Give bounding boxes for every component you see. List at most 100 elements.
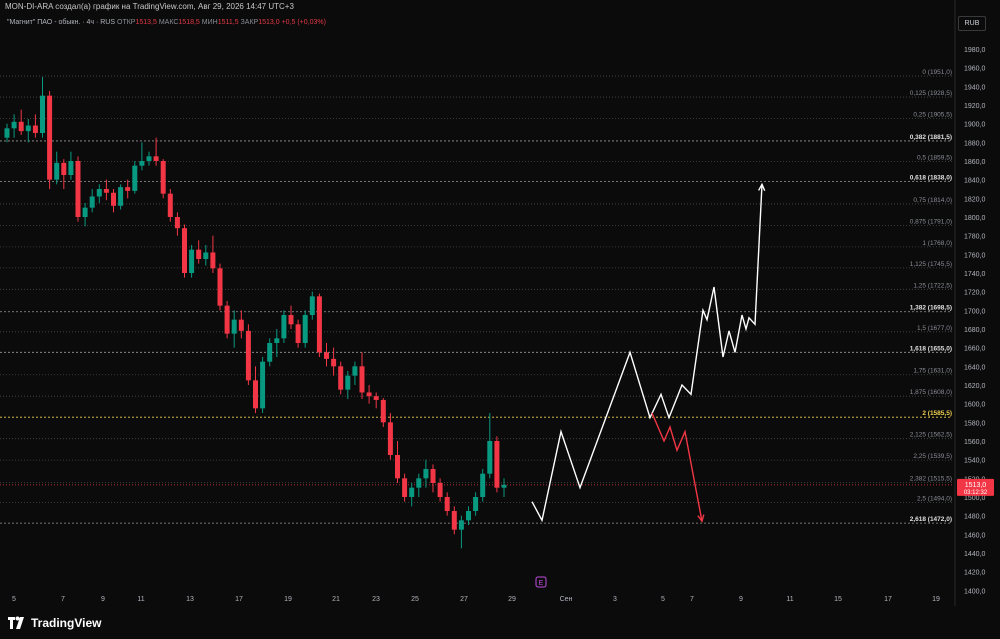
price-chart[interactable]: 1400,0 1420,0 1440,0 1460,0 1480,0 1500,0 1520… [0, 0, 1000, 639]
low-value: 1511,5 [217, 19, 239, 26]
candle-body [430, 469, 436, 483]
y-tick-label: 1660,0 [964, 346, 986, 353]
x-tick-label: 29 [508, 596, 516, 603]
chart-title: MON-DI-ARA создал(а) график на TradingVi… [5, 2, 294, 11]
candle-body [153, 156, 159, 161]
x-tick-label: 27 [460, 596, 468, 603]
y-tick-label: 1780,0 [964, 234, 986, 241]
fib-level-label: 0,618 (1838,0) [910, 175, 952, 182]
candle-body [380, 399, 386, 423]
candle-body [18, 121, 24, 132]
earnings-marker-label: E [539, 580, 544, 587]
candle-body [11, 121, 17, 129]
candle-body [196, 249, 202, 259]
candle-body [458, 520, 464, 530]
fib-level-label: 2,618 (1472,0) [910, 516, 952, 523]
candle-body [366, 392, 372, 397]
fib-level-label: 0,875 (1791,0) [910, 218, 952, 225]
symbol-name[interactable]: "Магнит" ПАО - обыкн. · 4ч · RUS [7, 19, 115, 26]
currency-button[interactable]: RUB [958, 16, 986, 31]
fib-level-label: 1,125 (1745,5) [910, 261, 952, 268]
candle-body [4, 128, 10, 138]
fib-level-label: 1,25 (1722,5) [913, 282, 952, 289]
x-tick-label: 9 [739, 596, 743, 603]
x-tick-label: 23 [372, 596, 380, 603]
fib-level-label: 1,5 (1677,0) [917, 325, 952, 332]
high-value: 1518,5 [178, 19, 200, 26]
candle-body [61, 162, 67, 175]
candle-body [373, 396, 379, 400]
y-tick-label: 1560,0 [964, 439, 986, 446]
y-tick-label: 1860,0 [964, 159, 986, 166]
y-tick-label: 1960,0 [964, 66, 986, 73]
candle-body [210, 252, 216, 269]
y-tick-label: 1940,0 [964, 84, 986, 91]
y-tick-label: 1540,0 [964, 458, 986, 465]
candle-body [245, 330, 251, 381]
x-tick-label: 19 [284, 596, 292, 603]
x-tick-label: 17 [884, 596, 892, 603]
candle-body [82, 207, 88, 217]
fib-level-label: 0,125 (1928,5) [910, 90, 952, 97]
fib-level-label: 1 (1768,0) [922, 240, 952, 247]
candle-body [47, 95, 53, 180]
y-tick-label: 1760,0 [964, 252, 986, 259]
candle-body [338, 366, 344, 390]
candle-body [111, 192, 116, 206]
tradingview-logo[interactable]: TradingView [8, 614, 101, 632]
candle-body [160, 161, 166, 194]
fib-level-label: 2,382 (1515,5) [910, 476, 952, 483]
y-tick-label: 1920,0 [964, 103, 986, 110]
candle-body [309, 296, 315, 315]
candle-body [402, 478, 408, 497]
candle-body [501, 484, 507, 488]
price-tag-value: 1513,0 [965, 482, 987, 489]
price-tag-timer: 03:12:32 [964, 490, 988, 496]
window-header: MON-DI-ARA создал(а) график на TradingVi… [0, 0, 1000, 14]
candle-body [316, 296, 322, 353]
candle-body [302, 315, 308, 343]
footer [0, 606, 1000, 639]
x-tick-label: 25 [411, 596, 419, 603]
candle-body [437, 483, 443, 497]
candle-body [444, 497, 450, 511]
projection-up-path-arrowhead [758, 182, 766, 192]
candle-body [54, 162, 60, 180]
earnings-marker [535, 576, 547, 588]
y-tick-label: 1980,0 [964, 47, 986, 54]
x-tick-label: 5 [12, 596, 16, 603]
candle-body [139, 161, 145, 166]
candle-body [103, 189, 109, 193]
candle-body [167, 193, 173, 217]
candle-body [352, 366, 358, 376]
candle-body [451, 511, 457, 530]
candle-body [68, 161, 74, 175]
x-tick-label: 3 [613, 596, 617, 603]
y-tick-label: 1440,0 [964, 551, 986, 558]
x-tick-label: Сен [560, 596, 573, 603]
candle-body [231, 319, 237, 334]
candle-body [96, 189, 102, 197]
fib-level-label: 1,75 (1631,0) [913, 368, 952, 375]
fib-level-label: 0,5 (1859,5) [917, 154, 952, 161]
x-tick-label: 7 [61, 596, 65, 603]
y-tick-label: 1500,0 [964, 495, 986, 502]
x-tick-label: 15 [834, 596, 842, 603]
candle-body [146, 156, 152, 161]
candle-body [423, 469, 429, 479]
y-tick-label: 1520,0 [964, 476, 986, 483]
candle-body [217, 268, 223, 306]
fib-level-label: 2,125 (1562,5) [910, 432, 952, 439]
candle-body [89, 196, 95, 208]
y-tick-label: 1740,0 [964, 271, 986, 278]
fib-level-label: 2,25 (1539,5) [913, 453, 952, 460]
candle-body [416, 478, 422, 488]
x-tick-label: 13 [186, 596, 194, 603]
candle-body [288, 315, 294, 325]
y-tick-label: 1700,0 [964, 308, 986, 315]
y-tick-label: 1800,0 [964, 215, 986, 222]
y-tick-label: 1420,0 [964, 570, 986, 577]
y-tick-label: 1900,0 [964, 122, 986, 129]
fib-level-label: 0 (1951,0) [922, 69, 952, 76]
fib-level-label: 0,75 (1814,0) [913, 197, 952, 204]
